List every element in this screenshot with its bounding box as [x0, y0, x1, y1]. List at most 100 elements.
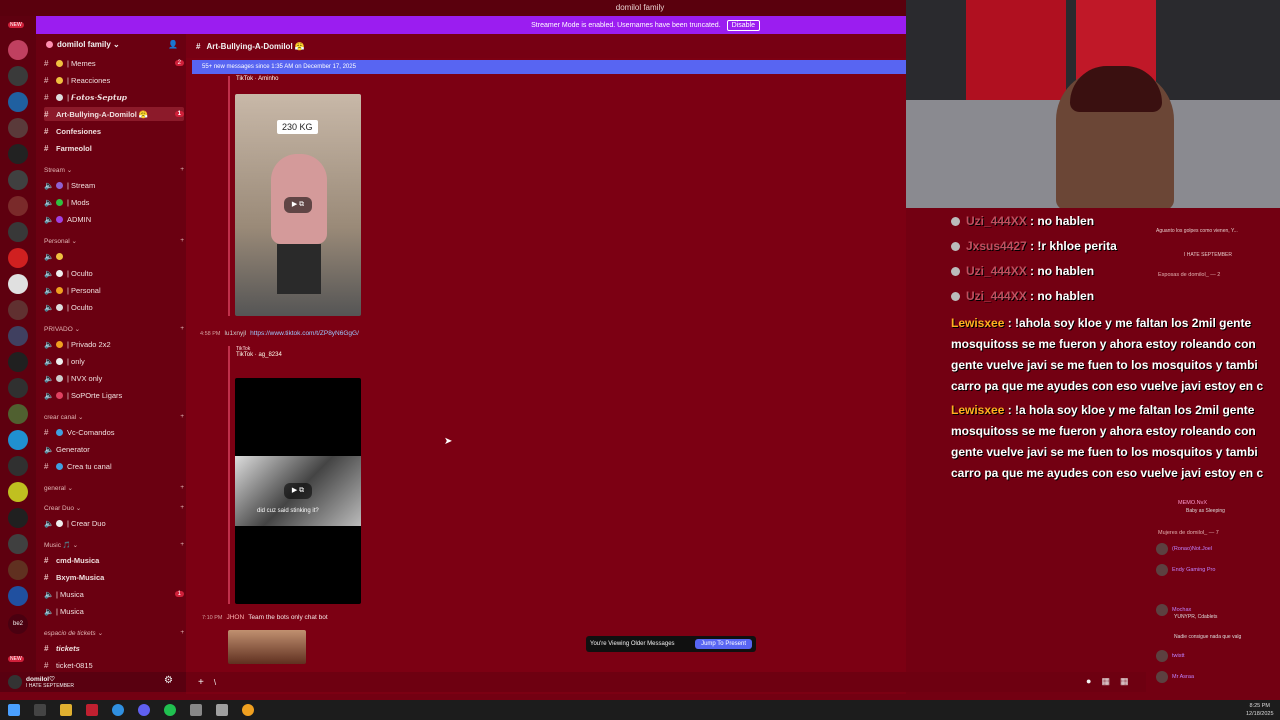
- server-icon[interactable]: [8, 118, 28, 138]
- avatar[interactable]: [8, 675, 22, 689]
- add-channel-icon[interactable]: +: [180, 504, 184, 512]
- category-stream[interactable]: Stream ⌄ +: [44, 166, 184, 174]
- member-row[interactable]: Endy Gaming Pro: [1156, 564, 1215, 576]
- voice-channel[interactable]: 🔈: [44, 249, 184, 263]
- spotify-icon[interactable]: [164, 704, 176, 716]
- voice-channel[interactable]: 🔈 | Mods: [44, 195, 184, 209]
- category-music[interactable]: Music 🎵 ⌄ +: [44, 541, 184, 549]
- channel-confesiones[interactable]: # Confesiones: [44, 124, 184, 138]
- server-icon[interactable]: [8, 170, 28, 190]
- category-crear-canal[interactable]: crear canal ⌄ +: [44, 413, 184, 421]
- server-icon[interactable]: [8, 326, 28, 346]
- server-icon[interactable]: [8, 456, 28, 476]
- discord-icon[interactable]: [138, 704, 150, 716]
- server-icon[interactable]: [8, 586, 28, 606]
- server-icon[interactable]: [8, 534, 28, 554]
- add-channel-icon[interactable]: +: [180, 413, 184, 421]
- channel-reacciones[interactable]: # | Reacciones: [44, 73, 184, 87]
- play-icon[interactable]: ▶ ⧉: [284, 483, 312, 499]
- server-icon[interactable]: [8, 92, 28, 112]
- channel-bxym-musica[interactable]: # Bxym-Musica: [44, 570, 184, 584]
- category-crear-duo[interactable]: Crear Duo ⌄ +: [44, 504, 184, 512]
- voice-channel[interactable]: 🔈 | Personal: [44, 283, 184, 297]
- embed-author[interactable]: TikTok · Aminho: [236, 76, 278, 82]
- member-row[interactable]: (Ronao)Not.Joel: [1156, 543, 1212, 555]
- channel-art-bullying[interactable]: # Art-Bullying-A-Domilol 😤 1: [44, 107, 184, 121]
- category-personal[interactable]: Personal ⌄ +: [44, 237, 184, 245]
- server-icon[interactable]: [8, 222, 28, 242]
- add-channel-icon[interactable]: +: [180, 237, 184, 245]
- server-icon[interactable]: [8, 300, 28, 320]
- gift-icon[interactable]: ●: [1086, 676, 1091, 687]
- channel-ticket-0815[interactable]: # ticket-0815: [44, 658, 184, 672]
- server-icon[interactable]: [8, 508, 28, 528]
- server-icon[interactable]: [8, 144, 28, 164]
- message-author[interactable]: lu1xnyjl: [224, 330, 246, 337]
- embed-author[interactable]: TikTok · ag_8234: [236, 352, 282, 358]
- app-icon[interactable]: [216, 704, 228, 716]
- app-icon[interactable]: [190, 704, 202, 716]
- voice-channel[interactable]: 🔈 | Privado 2x2: [44, 337, 184, 351]
- add-channel-icon[interactable]: +: [180, 325, 184, 333]
- message-author[interactable]: JHON: [226, 614, 244, 621]
- gif-icon[interactable]: ▦: [1101, 676, 1110, 687]
- invite-icon[interactable]: 👤: [168, 40, 178, 49]
- category-tickets[interactable]: espacio de tickets ⌄ +: [44, 629, 184, 637]
- jump-to-present-button[interactable]: Jump To Present: [695, 639, 752, 649]
- server-icon[interactable]: [8, 560, 28, 580]
- server-header[interactable]: domilol family ⌄: [46, 40, 120, 49]
- disable-streamer-mode-button[interactable]: Disable: [726, 19, 760, 31]
- sticker-icon[interactable]: ▦: [1120, 676, 1129, 687]
- start-icon[interactable]: [8, 704, 20, 716]
- voice-channel[interactable]: 🔈 | Stream: [44, 178, 184, 192]
- server-icon[interactable]: [8, 274, 28, 294]
- add-attachment-icon[interactable]: +: [198, 677, 204, 688]
- server-icon[interactable]: [8, 482, 28, 502]
- channel-tickets[interactable]: # tickets: [44, 641, 184, 655]
- voice-channel[interactable]: 🔈 | NVX only: [44, 371, 184, 385]
- voice-channel-generator[interactable]: 🔈 Generator: [44, 442, 184, 456]
- server-icon[interactable]: [8, 66, 28, 86]
- voice-channel[interactable]: 🔈 | Oculto: [44, 266, 184, 280]
- channel-crea-tu-canal[interactable]: # Crea tu canal: [44, 459, 184, 473]
- file-explorer-icon[interactable]: [60, 704, 72, 716]
- channel-vc-comandos[interactable]: # Vc-Comandos: [44, 425, 184, 439]
- task-view-icon[interactable]: [34, 704, 46, 716]
- system-clock[interactable]: 8:25 PM 12/18/2025: [1246, 702, 1274, 718]
- voice-channel[interactable]: 🔈 | only: [44, 354, 184, 368]
- voice-channel[interactable]: 🔈 | SoPOrte Ligars: [44, 388, 184, 402]
- member-row[interactable]: Mr Asraa: [1156, 671, 1194, 683]
- server-icon[interactable]: [8, 378, 28, 398]
- message-link[interactable]: https://www.tiktok.com/t/ZP8yN6GgG/: [250, 330, 359, 337]
- category-general[interactable]: general ⌄ +: [44, 484, 184, 492]
- channel-cmd-musica[interactable]: # cmd-Musica: [44, 553, 184, 567]
- add-channel-icon[interactable]: +: [180, 484, 184, 492]
- server-icon-text[interactable]: be2: [8, 614, 28, 634]
- gear-icon[interactable]: ⚙: [164, 675, 173, 686]
- play-icon[interactable]: ▶ ⧉: [284, 197, 312, 213]
- channel-farmeolol[interactable]: # Farmeolol: [44, 141, 184, 155]
- server-icon[interactable]: [8, 430, 28, 450]
- member-row[interactable]: twistt: [1156, 650, 1185, 662]
- image-attachment[interactable]: [228, 630, 306, 664]
- chrome-icon[interactable]: [242, 704, 254, 716]
- new-messages-bar[interactable]: 55+ new messages since 1:35 AM on Decemb…: [192, 60, 906, 74]
- voice-channel[interactable]: 🔈 | Musica 1: [44, 587, 184, 601]
- add-channel-icon[interactable]: +: [180, 541, 184, 549]
- category-privado[interactable]: PRIVADO ⌄ +: [44, 325, 184, 333]
- server-icon[interactable]: [8, 248, 28, 268]
- voice-channel[interactable]: 🔈 | Crear Duo: [44, 516, 184, 530]
- voice-channel[interactable]: 🔈 | Oculto: [44, 300, 184, 314]
- voice-channel[interactable]: 🔈 | Musica: [44, 604, 184, 618]
- video-thumbnail[interactable]: 230 KG ▶ ⧉: [235, 94, 361, 316]
- member-name[interactable]: MEMO.NvX: [1178, 500, 1207, 506]
- app-icon[interactable]: [86, 704, 98, 716]
- server-icon[interactable]: [8, 40, 28, 60]
- voice-channel[interactable]: 🔈 ADMIN: [44, 212, 184, 226]
- channel-fotos[interactable]: # | 𝙁𝙤𝙩𝙤𝙨-𝙎𝙚𝙥𝙩𝙪𝙥: [44, 90, 184, 104]
- message-input[interactable]: \: [214, 678, 216, 687]
- add-channel-icon[interactable]: +: [180, 166, 184, 174]
- add-channel-icon[interactable]: +: [180, 629, 184, 637]
- server-icon[interactable]: [8, 196, 28, 216]
- server-icon[interactable]: [8, 352, 28, 372]
